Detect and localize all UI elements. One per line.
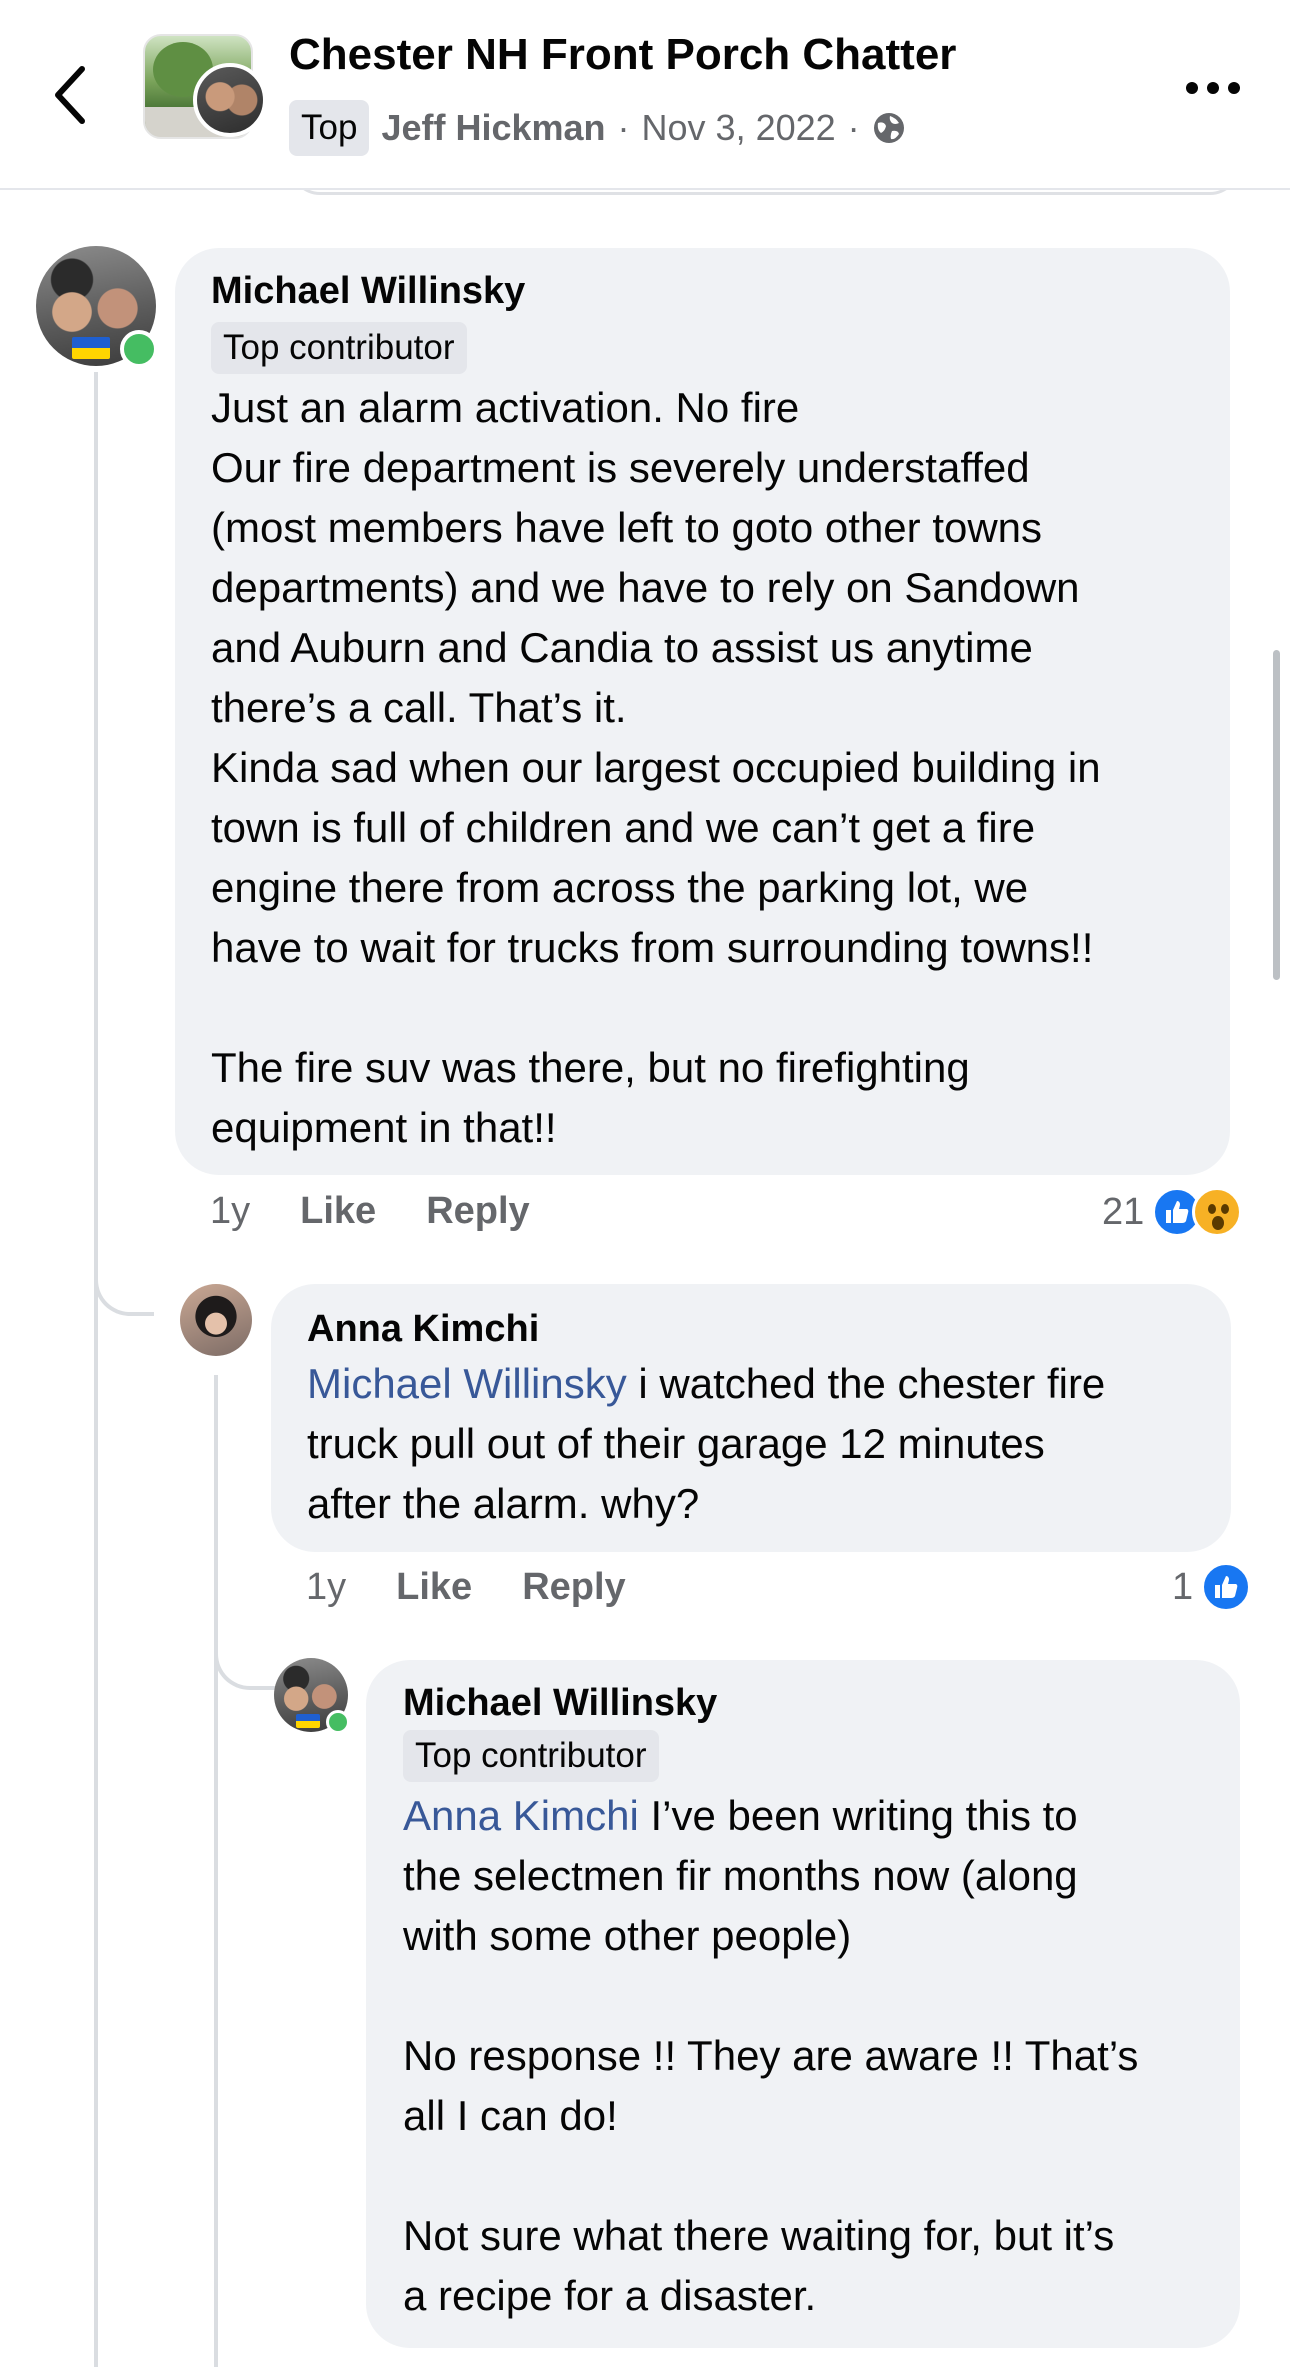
comment-bubble[interactable]: Michael Willinsky Top contributor Just a… xyxy=(175,248,1230,1175)
comment-text: Just an alarm activation. No fire Our fi… xyxy=(211,384,1101,1151)
online-status-dot xyxy=(326,1710,350,1734)
reaction-summary[interactable]: 1 xyxy=(1172,1562,1252,1612)
reaction-count: 21 xyxy=(1102,1190,1145,1233)
thread-connector xyxy=(94,1220,154,1316)
comment-bubble[interactable]: Michael Willinsky Top contributor Anna K… xyxy=(366,1660,1240,2348)
comment-text: Michael Willinsky i watched the chester … xyxy=(307,1360,1106,1527)
chevron-left-icon xyxy=(55,66,85,124)
reply-button[interactable]: Reply xyxy=(522,1566,625,1609)
post-author-avatar[interactable] xyxy=(193,63,267,137)
thread-line xyxy=(94,372,98,2367)
thread-line xyxy=(214,1375,218,2367)
top-badge: Top xyxy=(289,100,370,156)
scrollbar[interactable] xyxy=(1273,650,1280,980)
reply-button[interactable]: Reply xyxy=(426,1190,529,1233)
meta-separator: · xyxy=(617,107,630,148)
comment-text: Anna Kimchi I’ve been writing this to th… xyxy=(403,1792,1139,2319)
globe-icon xyxy=(873,113,904,143)
top-contributor-badge: Top contributor xyxy=(211,322,467,374)
mention-link[interactable]: Anna Kimchi xyxy=(403,1792,639,1839)
comment-author[interactable]: Michael Willinsky xyxy=(403,1682,717,1725)
back-button[interactable] xyxy=(40,55,100,135)
meta-separator: · xyxy=(847,107,860,148)
more-horizontal-icon xyxy=(1186,82,1240,94)
post-header: Chester NH Front Porch Chatter Top Jeff … xyxy=(0,0,1290,190)
wow-reaction-icon xyxy=(1192,1187,1243,1237)
avatar[interactable] xyxy=(180,1284,252,1356)
post-date[interactable]: Nov 3, 2022 xyxy=(642,107,836,149)
like-button[interactable]: Like xyxy=(300,1190,376,1233)
online-status-dot xyxy=(120,330,158,368)
like-button[interactable]: Like xyxy=(396,1566,472,1609)
comment-time[interactable]: 1y xyxy=(210,1190,250,1233)
post-author-name[interactable]: Jeff Hickman xyxy=(381,107,605,149)
more-options-button[interactable] xyxy=(1186,82,1240,94)
avatar[interactable] xyxy=(36,246,158,368)
thread-connector xyxy=(214,1600,276,1690)
comment-actions: 1y Like Reply xyxy=(210,1190,530,1233)
comment-bubble[interactable]: Anna Kimchi Michael Willinsky i watched … xyxy=(271,1284,1231,1552)
reaction-count: 1 xyxy=(1172,1565,1194,1608)
post-meta: Top Jeff Hickman · Nov 3, 2022 · xyxy=(289,100,906,156)
reaction-summary[interactable]: 21 xyxy=(1102,1187,1243,1237)
comment-author[interactable]: Anna Kimchi xyxy=(307,1308,539,1351)
like-reaction-icon xyxy=(1201,1562,1252,1612)
comment-author[interactable]: Michael Willinsky xyxy=(211,270,525,313)
avatar[interactable] xyxy=(274,1658,350,1734)
group-name[interactable]: Chester NH Front Porch Chatter xyxy=(289,30,956,80)
top-contributor-badge: Top contributor xyxy=(403,1730,659,1782)
comment-time[interactable]: 1y xyxy=(306,1566,346,1609)
comment-actions: 1y Like Reply xyxy=(306,1566,626,1609)
mention-link[interactable]: Michael Willinsky xyxy=(307,1360,627,1407)
